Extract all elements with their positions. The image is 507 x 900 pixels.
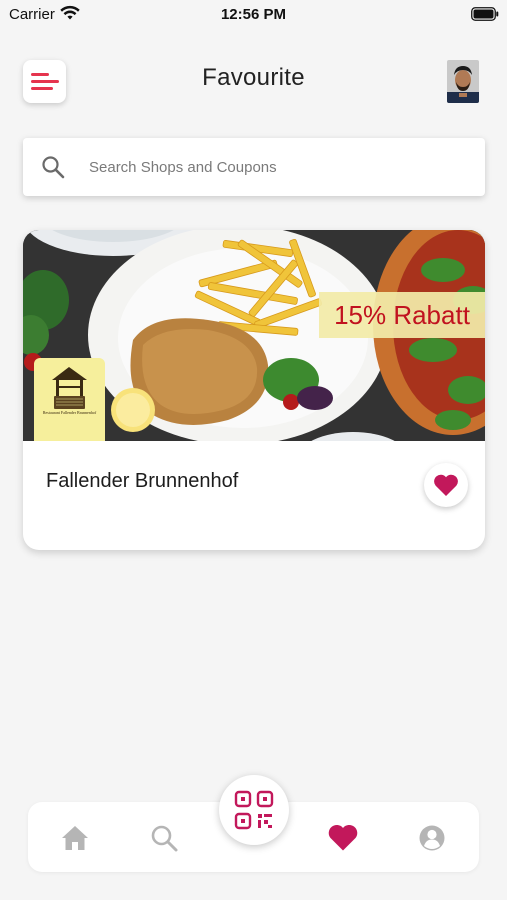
shop-card[interactable]: 15% Rabatt Restaurant Fallender Brunnenh… [23, 230, 485, 550]
well-icon [52, 367, 87, 409]
user-avatar[interactable] [447, 60, 479, 103]
nav-favorite[interactable] [327, 822, 359, 854]
nav-home[interactable] [59, 822, 91, 854]
shop-name: Fallender Brunnenhof [46, 470, 239, 492]
nav-search[interactable] [148, 822, 180, 854]
search-input[interactable] [89, 138, 469, 196]
nav-profile[interactable] [416, 822, 448, 854]
search-icon [42, 156, 65, 179]
status-bar: Carrier 12:56 PM [0, 0, 507, 30]
search-icon [151, 825, 178, 852]
shop-logo-text: Restaurant Fallender Brunnenhof [42, 410, 97, 415]
home-icon [62, 826, 88, 850]
qr-code-icon [234, 790, 274, 830]
qr-scan-button[interactable] [219, 775, 289, 845]
heart-icon [434, 474, 458, 496]
status-time: 12:56 PM [220, 6, 287, 23]
search-box[interactable] [23, 138, 485, 196]
battery-icon [471, 7, 499, 21]
discount-badge: 15% Rabatt [319, 292, 485, 338]
shop-logo: Restaurant Fallender Brunnenhof [34, 358, 105, 441]
favorite-toggle-button[interactable] [424, 463, 468, 507]
heart-icon [328, 824, 358, 851]
profile-icon [419, 825, 445, 851]
avatar-photo [447, 60, 479, 103]
page-title: Favourite [202, 64, 305, 91]
